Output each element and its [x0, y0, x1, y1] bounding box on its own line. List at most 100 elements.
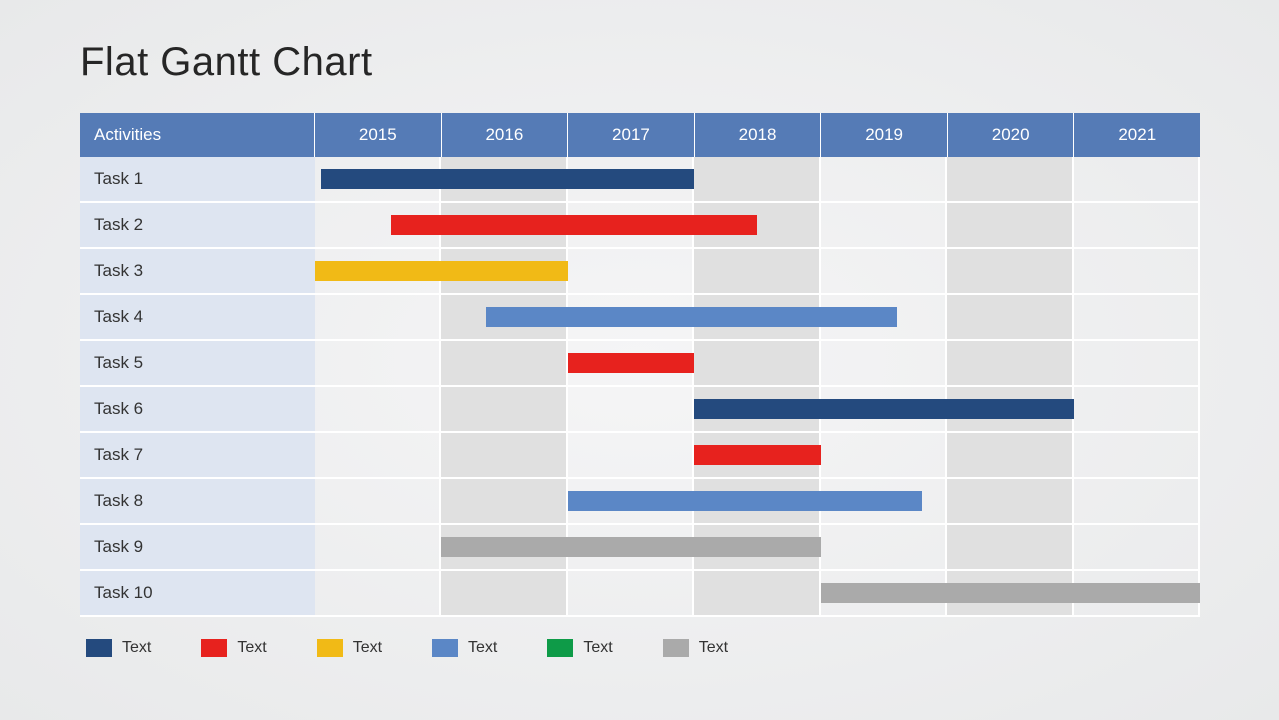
legend-swatch	[201, 639, 227, 657]
legend-swatch	[317, 639, 343, 657]
timeline-cell	[568, 433, 694, 477]
gantt-body: Task 1Task 2Task 3Task 4Task 5Task 6Task…	[80, 157, 1200, 617]
timeline-cell	[821, 341, 947, 385]
timeline-cell	[315, 341, 441, 385]
timeline-cell	[1074, 157, 1200, 201]
gantt-row: Task 4	[80, 295, 1200, 341]
task-label: Task 7	[80, 433, 315, 477]
timeline-cell	[947, 203, 1073, 247]
gantt-bar	[568, 353, 694, 373]
legend-item: Text	[432, 639, 497, 657]
gantt-bar	[821, 583, 1200, 603]
timeline	[315, 387, 1200, 431]
task-label: Task 2	[80, 203, 315, 247]
gantt-chart: Activities 2015 2016 2017 2018 2019 2020…	[80, 113, 1200, 617]
legend-label: Text	[583, 639, 612, 657]
header-year-2017: 2017	[568, 113, 695, 157]
timeline-cell	[821, 433, 947, 477]
header-year-2020: 2020	[948, 113, 1075, 157]
timeline-cell	[315, 571, 441, 615]
gantt-bar	[315, 261, 568, 281]
timeline-cell	[315, 479, 441, 523]
gantt-row: Task 7	[80, 433, 1200, 479]
gantt-bar	[441, 537, 820, 557]
gantt-row: Task 6	[80, 387, 1200, 433]
gantt-row: Task 1	[80, 157, 1200, 203]
gantt-row: Task 10	[80, 571, 1200, 617]
timeline-cell	[947, 341, 1073, 385]
timeline	[315, 249, 1200, 293]
legend-swatch	[547, 639, 573, 657]
timeline-cell	[947, 249, 1073, 293]
task-label: Task 3	[80, 249, 315, 293]
legend-swatch	[86, 639, 112, 657]
header-year-2016: 2016	[442, 113, 569, 157]
timeline-cell	[315, 525, 441, 569]
gantt-row: Task 5	[80, 341, 1200, 387]
header-year-2021: 2021	[1074, 113, 1200, 157]
timeline-cell	[694, 157, 820, 201]
timeline-cell	[441, 433, 567, 477]
timeline	[315, 433, 1200, 477]
timeline-cell	[1074, 249, 1200, 293]
timeline-cell	[568, 387, 694, 431]
gantt-row: Task 9	[80, 525, 1200, 571]
timeline-cell	[441, 341, 567, 385]
legend-item: Text	[547, 639, 612, 657]
timeline-cell	[1074, 295, 1200, 339]
timeline-cell	[947, 295, 1073, 339]
legend-item: Text	[201, 639, 266, 657]
legend-item: Text	[86, 639, 151, 657]
legend: TextTextTextTextTextText	[80, 639, 1199, 657]
timeline-cell	[694, 341, 820, 385]
gantt-bar	[694, 445, 820, 465]
legend-label: Text	[122, 639, 151, 657]
timeline-cell	[1074, 203, 1200, 247]
timeline	[315, 341, 1200, 385]
timeline-cell	[694, 571, 820, 615]
timeline-cell	[947, 157, 1073, 201]
task-label: Task 8	[80, 479, 315, 523]
gantt-row: Task 8	[80, 479, 1200, 525]
task-label: Task 9	[80, 525, 315, 569]
header-year-2019: 2019	[821, 113, 948, 157]
legend-label: Text	[699, 639, 728, 657]
timeline	[315, 525, 1200, 569]
gantt-bar	[486, 307, 897, 327]
timeline-cell	[315, 295, 441, 339]
timeline	[315, 203, 1200, 247]
gantt-bar	[694, 399, 1073, 419]
header-year-2015: 2015	[315, 113, 442, 157]
timeline-cell	[1074, 433, 1200, 477]
timeline-cell	[441, 571, 567, 615]
timeline-cell	[568, 571, 694, 615]
timeline-cell	[694, 249, 820, 293]
timeline	[315, 295, 1200, 339]
gantt-row: Task 3	[80, 249, 1200, 295]
task-label: Task 1	[80, 157, 315, 201]
slide: Flat Gantt Chart Activities 2015 2016 20…	[0, 0, 1279, 720]
gantt-header: Activities 2015 2016 2017 2018 2019 2020…	[80, 113, 1200, 157]
timeline-cell	[821, 249, 947, 293]
timeline	[315, 157, 1200, 201]
timeline	[315, 571, 1200, 615]
timeline-cell	[821, 157, 947, 201]
timeline-cell	[821, 525, 947, 569]
legend-item: Text	[663, 639, 728, 657]
timeline-cell	[1074, 525, 1200, 569]
page-title: Flat Gantt Chart	[80, 40, 1199, 85]
timeline-cell	[947, 525, 1073, 569]
timeline-cell	[441, 479, 567, 523]
task-label: Task 4	[80, 295, 315, 339]
gantt-bar	[391, 215, 758, 235]
gantt-row: Task 2	[80, 203, 1200, 249]
timeline-cell	[1074, 479, 1200, 523]
task-label: Task 6	[80, 387, 315, 431]
timeline-cell	[315, 387, 441, 431]
task-label: Task 5	[80, 341, 315, 385]
gantt-bar	[321, 169, 694, 189]
timeline-cell	[315, 433, 441, 477]
timeline-cell	[441, 387, 567, 431]
header-year-2018: 2018	[695, 113, 822, 157]
legend-label: Text	[237, 639, 266, 657]
